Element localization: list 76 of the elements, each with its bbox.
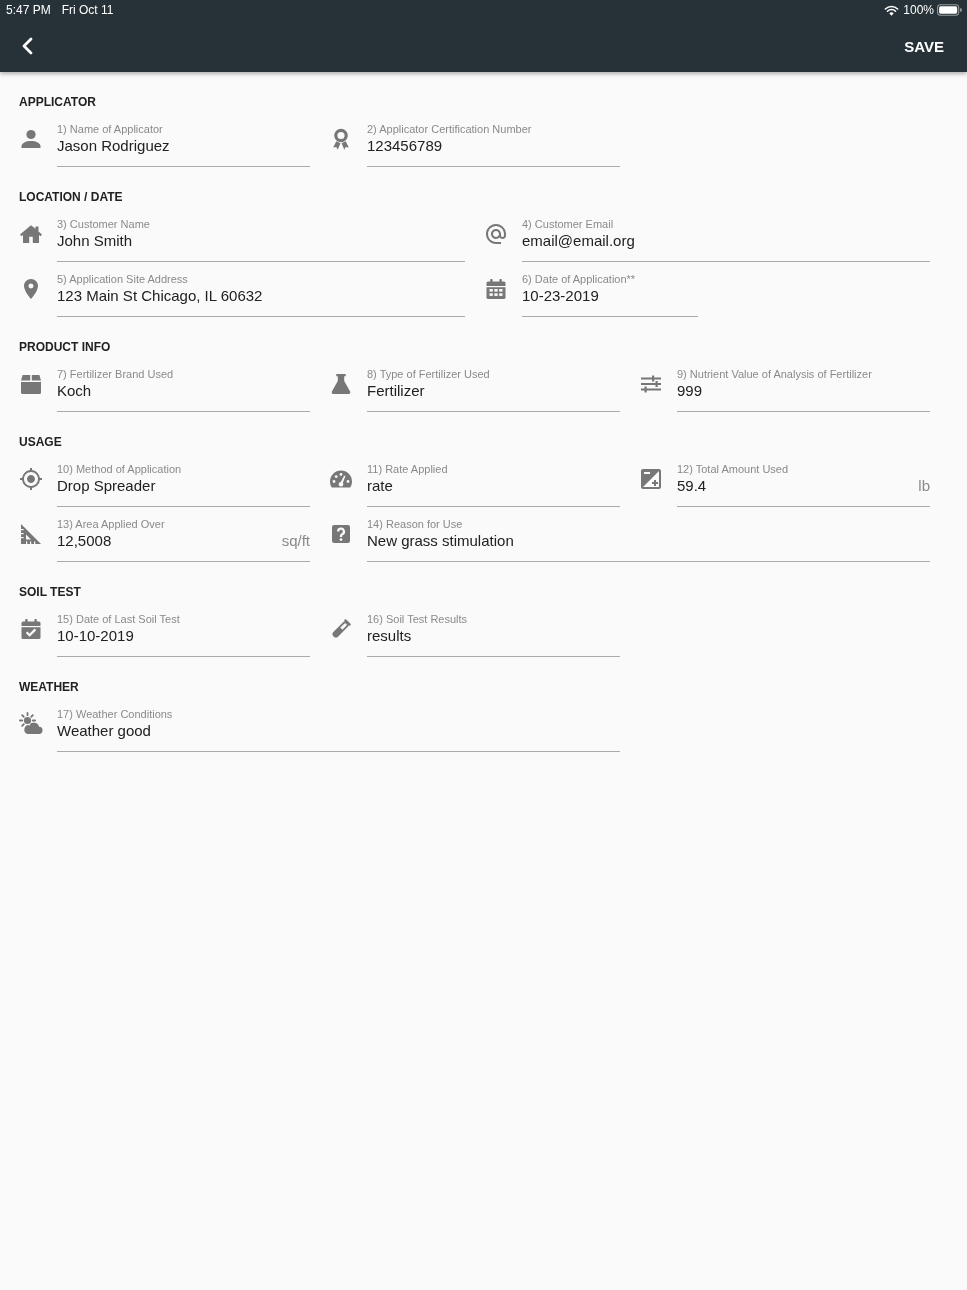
field-label: 13) Area Applied Over (57, 517, 165, 531)
field-value: 999 (677, 381, 703, 401)
save-button[interactable]: SAVE (904, 31, 944, 61)
field-label: 5) Application Site Address (57, 272, 188, 286)
field-label: 1) Name of Applicator (57, 122, 163, 136)
field-label: 12) Total Amount Used (677, 462, 789, 476)
text-field[interactable]: 1) Name of Applicator Jason Rodriguez (57, 122, 310, 167)
battery-percent: 100% (903, 3, 934, 17)
text-field[interactable]: 14) Reason for Use New grass stimulation (367, 517, 930, 562)
text-field[interactable]: 10) Method of Application Drop Spreader (57, 462, 310, 507)
field-value: 123456789 (367, 136, 443, 156)
box-icon (19, 372, 43, 396)
field-value: rate (367, 476, 393, 496)
wifi-icon (884, 4, 900, 16)
text-field[interactable]: 11) Rate Applied rate (367, 462, 620, 507)
field-label: 4) Customer Email (522, 217, 614, 231)
text-field[interactable]: 12) Total Amount Used 59.4 lb (677, 462, 930, 507)
battery-icon (937, 4, 962, 16)
section-title: LOCATION / DATE (19, 189, 123, 205)
status-date: Fri Oct 11 (61, 3, 114, 17)
field-value: 12,5008 (57, 531, 112, 551)
field-value: 10-10-2019 (57, 626, 134, 646)
field-label: 11) Rate Applied (367, 462, 448, 476)
question-square-icon (329, 522, 353, 546)
field-label: 8) Type of Fertilizer Used (367, 367, 490, 381)
calendar-check-icon (19, 617, 43, 641)
calendar-icon (484, 277, 508, 301)
field-label: 14) Reason for Use (367, 517, 463, 531)
section-title: APPLICATOR (19, 94, 96, 110)
field-value: email@email.org (522, 231, 635, 251)
chevron-left-icon (21, 37, 33, 55)
text-field[interactable]: 15) Date of Last Soil Test 10-10-2019 (57, 612, 310, 657)
field-label: 17) Weather Conditions (57, 707, 173, 721)
flask-icon (329, 372, 353, 396)
text-field[interactable]: 2) Applicator Certification Number 123456789 (367, 122, 620, 167)
field-value: Drop Spreader (57, 476, 156, 496)
text-field[interactable]: 8) Type of Fertilizer Used Fertilizer (367, 367, 620, 412)
field-label: 15) Date of Last Soil Test (57, 612, 180, 626)
field-value: results (367, 626, 412, 646)
text-field[interactable]: 17) Weather Conditions Weather good (57, 707, 620, 752)
field-label: 10) Method of Application (57, 462, 182, 476)
field-value: Fertilizer (367, 381, 425, 401)
crosshair-icon (19, 467, 43, 491)
field-label: 3) Customer Name (57, 217, 150, 231)
at-sign-icon (484, 222, 508, 246)
field-label: 16) Soil Test Results (367, 612, 468, 626)
text-field[interactable]: 13) Area Applied Over 12,5008 sq/ft (57, 517, 310, 562)
field-value: Koch (57, 381, 92, 401)
section-title: USAGE (19, 434, 62, 450)
text-field[interactable]: 3) Customer Name John Smith (57, 217, 465, 262)
section-title: WEATHER (19, 679, 79, 695)
text-field[interactable]: 5) Application Site Address 123 Main St Chicago, IL 60632 (57, 272, 465, 317)
field-value: 59.4 (677, 476, 707, 496)
unit-label: lb (918, 476, 930, 496)
field-label: 6) Date of Application** (522, 272, 636, 286)
sun-cloud-icon (19, 712, 43, 736)
field-value: 123 Main St Chicago, IL 60632 (57, 286, 263, 306)
field-label: 7) Fertilizer Brand Used (57, 367, 174, 381)
text-field[interactable]: 7) Fertilizer Brand Used Koch (57, 367, 310, 412)
triangle-ruler-icon (19, 522, 43, 546)
text-field[interactable]: 9) Nutrient Value of Analysis of Fertilizer 999 (677, 367, 930, 412)
text-field[interactable]: 16) Soil Test Results results (367, 612, 620, 657)
person-icon (19, 127, 43, 151)
field-value: 10-23-2019 (522, 286, 599, 306)
text-field[interactable]: 6) Date of Application** 10-23-2019 (522, 272, 698, 317)
field-value: John Smith (57, 231, 133, 251)
field-label: 9) Nutrient Value of Analysis of Fertilizer (677, 367, 872, 381)
section-title: PRODUCT INFO (19, 339, 111, 355)
field-label: 2) Applicator Certification Number (367, 122, 532, 136)
field-value: New grass stimulation (367, 531, 514, 551)
field-value: Jason Rodriguez (57, 136, 170, 156)
unit-label: sq/ft (281, 531, 310, 551)
text-field[interactable]: 4) Customer Email email@email.org (522, 217, 930, 262)
section-title: SOIL TEST (19, 584, 81, 600)
status-time: 5:47 PM (6, 3, 51, 17)
field-value: Weather good (57, 721, 151, 741)
